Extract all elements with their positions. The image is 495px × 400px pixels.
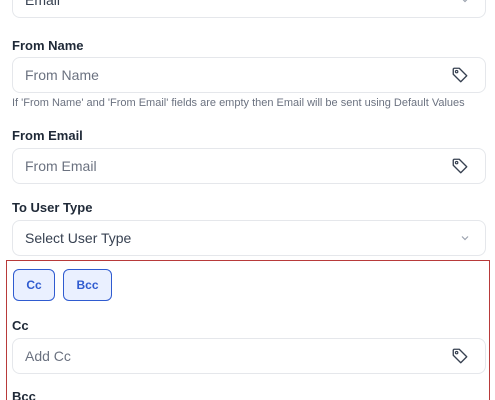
chevron-down-icon <box>462 0 468 3</box>
from-name-field[interactable]: From Name <box>12 57 486 93</box>
cc-label: Cc <box>12 318 29 333</box>
cc-field[interactable]: Add Cc <box>12 338 486 374</box>
bcc-label: Bcc <box>12 389 36 400</box>
bcc-toggle-button[interactable]: Bcc <box>63 269 112 301</box>
from-email-field[interactable]: From Email <box>12 148 486 184</box>
channel-select[interactable]: Email <box>12 0 486 18</box>
from-email-placeholder: From Email <box>25 158 97 174</box>
user-type-select[interactable]: Select User Type <box>12 220 486 256</box>
tag-icon[interactable] <box>451 66 469 84</box>
from-email-label: From Email <box>12 128 83 143</box>
chevron-down-icon <box>461 236 469 241</box>
to-user-type-label: To User Type <box>12 200 93 215</box>
tag-icon[interactable] <box>451 347 469 365</box>
user-type-placeholder: Select User Type <box>25 230 132 246</box>
email-settings-form: Email From Name From Name If 'From Name'… <box>0 0 495 400</box>
channel-select-value: Email <box>25 0 61 8</box>
from-name-hint: If 'From Name' and 'From Email' fields a… <box>12 97 465 109</box>
from-name-placeholder: From Name <box>25 67 99 83</box>
cc-toggle-button[interactable]: Cc <box>13 269 55 301</box>
tag-icon[interactable] <box>451 157 469 175</box>
cc-placeholder: Add Cc <box>25 348 71 364</box>
from-name-label: From Name <box>12 38 84 53</box>
